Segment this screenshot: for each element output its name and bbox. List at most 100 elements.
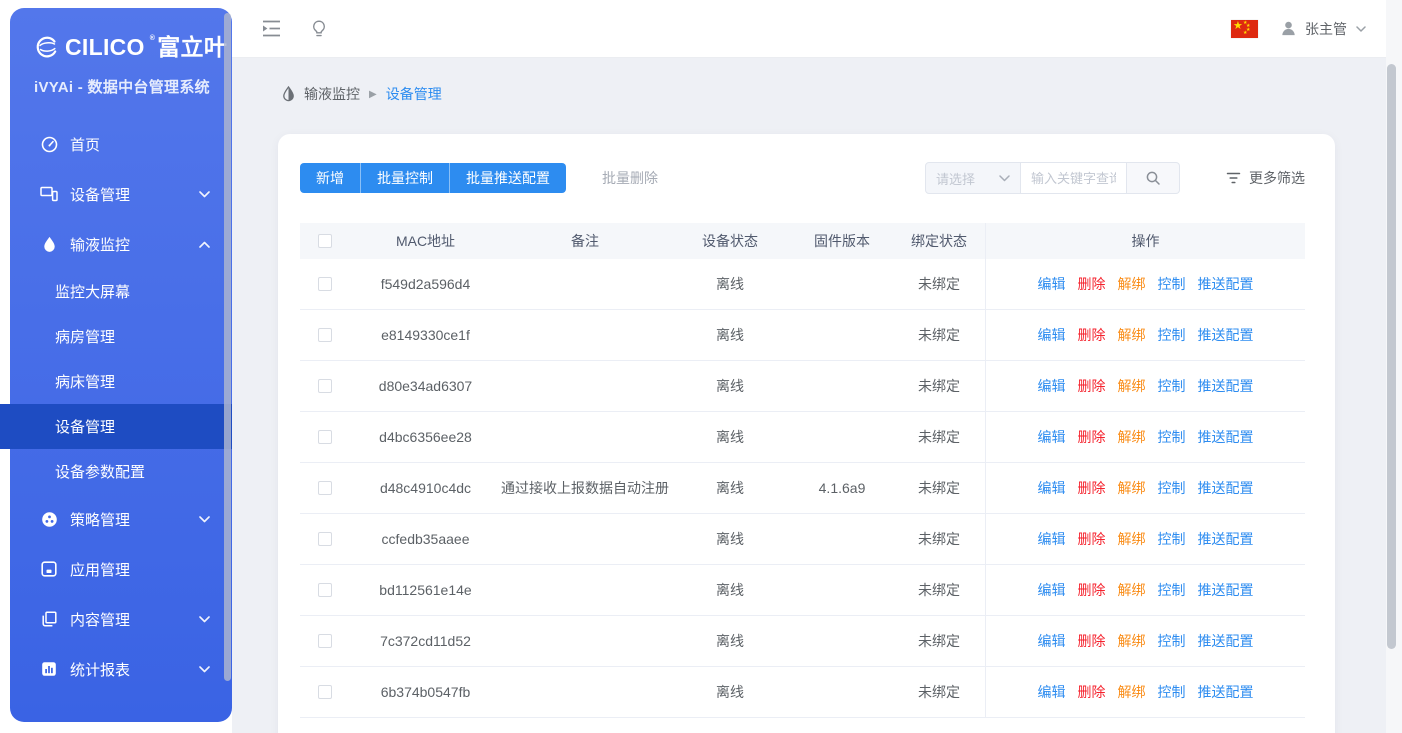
row-checkbox[interactable] — [318, 685, 332, 699]
sidebar-subitem-device-param-config[interactable]: 设备参数配置 — [10, 449, 232, 494]
action-link-edit[interactable]: 编辑 — [1038, 478, 1066, 498]
action-link-delete[interactable]: 删除 — [1078, 376, 1106, 396]
action-link-control[interactable]: 控制 — [1158, 529, 1186, 549]
action-link-push-config[interactable]: 推送配置 — [1198, 580, 1254, 600]
action-link-control[interactable]: 控制 — [1158, 325, 1186, 345]
action-link-unbind[interactable]: 解绑 — [1118, 274, 1146, 294]
action-link-push-config[interactable]: 推送配置 — [1198, 274, 1254, 294]
action-link-push-config[interactable]: 推送配置 — [1198, 631, 1254, 651]
action-link-delete[interactable]: 删除 — [1078, 631, 1106, 651]
action-link-delete[interactable]: 删除 — [1078, 325, 1106, 345]
table-row: d80e34ad6307 离线 未绑定 编辑删除解绑控制推送配置 — [300, 361, 1305, 412]
select-all-checkbox[interactable] — [318, 234, 332, 248]
sidebar-item-strategy-management[interactable]: 策略管理 — [10, 494, 232, 544]
action-link-control[interactable]: 控制 — [1158, 478, 1186, 498]
page-scrollbar[interactable] — [1386, 0, 1402, 733]
table-row: 6b374b0547fb 离线 未绑定 编辑删除解绑控制推送配置 — [300, 667, 1305, 718]
sidebar-subitem-bed-management[interactable]: 病床管理 — [10, 359, 232, 404]
row-actions: 编辑删除解绑控制推送配置 — [1038, 631, 1254, 651]
collapse-sidebar-icon[interactable] — [262, 20, 281, 37]
action-link-control[interactable]: 控制 — [1158, 427, 1186, 447]
action-link-push-config[interactable]: 推送配置 — [1198, 325, 1254, 345]
sidebar-item-content-management[interactable]: 内容管理 — [10, 594, 232, 644]
sidebar-scrollbar[interactable] — [224, 13, 231, 681]
row-checkbox[interactable] — [318, 277, 332, 291]
action-link-delete[interactable]: 删除 — [1078, 580, 1106, 600]
row-checkbox[interactable] — [318, 379, 332, 393]
action-link-control[interactable]: 控制 — [1158, 682, 1186, 702]
row-checkbox[interactable] — [318, 481, 332, 495]
sidebar-item-device-management[interactable]: 设备管理 — [10, 169, 232, 219]
row-checkbox[interactable] — [318, 430, 332, 444]
action-link-edit[interactable]: 编辑 — [1038, 325, 1066, 345]
action-link-delete[interactable]: 删除 — [1078, 478, 1106, 498]
action-link-push-config[interactable]: 推送配置 — [1198, 427, 1254, 447]
sidebar-subitem-ward-management[interactable]: 病房管理 — [10, 314, 232, 359]
action-link-edit[interactable]: 编辑 — [1038, 529, 1066, 549]
row-checkbox[interactable] — [318, 328, 332, 342]
action-link-unbind[interactable]: 解绑 — [1118, 478, 1146, 498]
action-link-edit[interactable]: 编辑 — [1038, 376, 1066, 396]
action-link-delete[interactable]: 删除 — [1078, 274, 1106, 294]
action-link-edit[interactable]: 编辑 — [1038, 580, 1066, 600]
action-link-control[interactable]: 控制 — [1158, 376, 1186, 396]
header-bind-status: 绑定状态 — [893, 223, 985, 259]
action-link-edit[interactable]: 编辑 — [1038, 274, 1066, 294]
action-link-unbind[interactable]: 解绑 — [1118, 376, 1146, 396]
lightbulb-icon[interactable] — [311, 20, 327, 38]
chevron-down-icon — [199, 666, 210, 673]
action-link-unbind[interactable]: 解绑 — [1118, 427, 1146, 447]
action-link-unbind[interactable]: 解绑 — [1118, 580, 1146, 600]
action-link-push-config[interactable]: 推送配置 — [1198, 376, 1254, 396]
action-link-control[interactable]: 控制 — [1158, 580, 1186, 600]
batch-push-config-button[interactable]: 批量推送配置 — [449, 163, 566, 193]
action-link-push-config[interactable]: 推送配置 — [1198, 529, 1254, 549]
action-link-unbind[interactable]: 解绑 — [1118, 631, 1146, 651]
cell-mac-address: ccfedb35aaee — [350, 514, 501, 564]
devices-icon — [40, 185, 58, 203]
action-link-delete[interactable]: 删除 — [1078, 427, 1106, 447]
action-link-delete[interactable]: 删除 — [1078, 529, 1106, 549]
table-row: f549d2a596d4 离线 未绑定 编辑删除解绑控制推送配置 — [300, 259, 1305, 310]
action-link-delete[interactable]: 删除 — [1078, 682, 1106, 702]
action-link-unbind[interactable]: 解绑 — [1118, 682, 1146, 702]
action-link-edit[interactable]: 编辑 — [1038, 631, 1066, 651]
search-button[interactable] — [1127, 162, 1180, 194]
action-link-push-config[interactable]: 推送配置 — [1198, 478, 1254, 498]
sidebar-item-app-management[interactable]: 应用管理 — [10, 544, 232, 594]
action-link-edit[interactable]: 编辑 — [1038, 427, 1066, 447]
action-link-control[interactable]: 控制 — [1158, 274, 1186, 294]
sidebar-item-infusion-monitor[interactable]: 输液监控 — [10, 219, 232, 269]
action-link-control[interactable]: 控制 — [1158, 631, 1186, 651]
sidebar-subitem-device-management[interactable]: 设备管理 — [0, 404, 232, 449]
sidebar-subitem-monitor-big-screen[interactable]: 监控大屏幕 — [10, 269, 232, 314]
row-checkbox[interactable] — [318, 583, 332, 597]
content-card: 新增 批量控制 批量推送配置 批量删除 请选择 — [278, 134, 1335, 733]
search-input[interactable] — [1021, 162, 1127, 194]
action-link-unbind[interactable]: 解绑 — [1118, 325, 1146, 345]
batch-delete-button[interactable]: 批量删除 — [602, 168, 658, 188]
sidebar-item-home[interactable]: 首页 — [10, 119, 232, 169]
row-checkbox[interactable] — [318, 532, 332, 546]
search-icon — [1145, 170, 1161, 186]
table-row: bd112561e14e 离线 未绑定 编辑删除解绑控制推送配置 — [300, 565, 1305, 616]
main-area: ★ ★ ★ ★ ★ 张主管 输液监控 ▶ 设备管理 — [232, 0, 1402, 733]
page-scrollbar-thumb[interactable] — [1387, 64, 1396, 649]
cell-device-status: 离线 — [669, 412, 791, 462]
table-row: 7c372cd11d52 离线 未绑定 编辑删除解绑控制推送配置 — [300, 616, 1305, 667]
sidebar-item-stats-report[interactable]: 统计报表 — [10, 644, 232, 694]
filter-select[interactable]: 请选择 — [925, 162, 1021, 194]
user-menu-caret-icon[interactable] — [1356, 26, 1366, 32]
batch-control-button[interactable]: 批量控制 — [360, 163, 449, 193]
table-row: e8149330ce1f 离线 未绑定 编辑删除解绑控制推送配置 — [300, 310, 1305, 361]
row-checkbox[interactable] — [318, 634, 332, 648]
action-link-unbind[interactable]: 解绑 — [1118, 529, 1146, 549]
china-flag-icon[interactable]: ★ ★ ★ ★ ★ — [1231, 20, 1258, 38]
action-link-edit[interactable]: 编辑 — [1038, 682, 1066, 702]
sidebar-item-label: 设备管理 — [70, 184, 199, 205]
add-button[interactable]: 新增 — [300, 163, 360, 193]
action-link-push-config[interactable]: 推送配置 — [1198, 682, 1254, 702]
user-name[interactable]: 张主管 — [1305, 19, 1347, 39]
more-filter-button[interactable]: 更多筛选 — [1226, 168, 1305, 188]
breadcrumb-current[interactable]: 设备管理 — [386, 84, 442, 104]
